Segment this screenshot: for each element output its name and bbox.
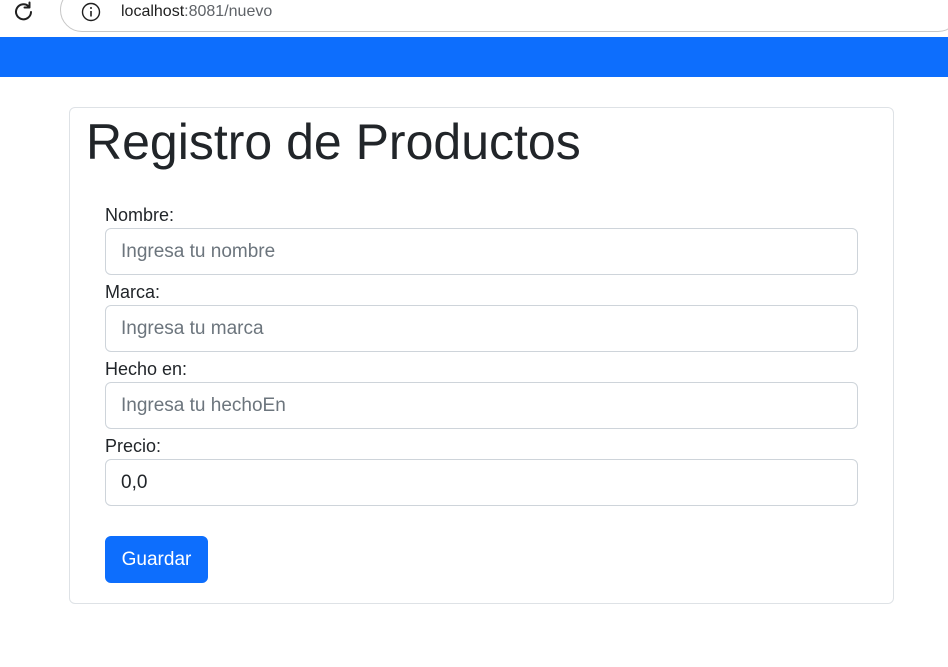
page-title: Registro de Productos — [86, 114, 581, 170]
marca-input[interactable] — [105, 305, 858, 352]
url-path: :8081/nuevo — [184, 3, 273, 20]
form-card — [69, 107, 894, 604]
hecho-en-label: Hecho en: — [105, 359, 188, 379]
browser-toolbar: localhost:8081/nuevo — [0, 0, 948, 37]
precio-label: Precio: — [105, 436, 162, 456]
url-host: localhost — [121, 3, 185, 20]
hecho-en-input[interactable] — [105, 382, 858, 429]
info-icon[interactable] — [81, 2, 101, 22]
precio-input[interactable] — [105, 459, 858, 506]
nombre-input[interactable] — [105, 228, 858, 275]
save-button[interactable]: Guardar — [105, 536, 208, 583]
nombre-label: Nombre: — [105, 205, 175, 225]
navbar — [0, 37, 948, 77]
reload-icon[interactable] — [12, 1, 36, 25]
url-text[interactable]: localhost:8081/nuevo — [121, 2, 272, 22]
marca-label: Marca: — [105, 282, 161, 302]
